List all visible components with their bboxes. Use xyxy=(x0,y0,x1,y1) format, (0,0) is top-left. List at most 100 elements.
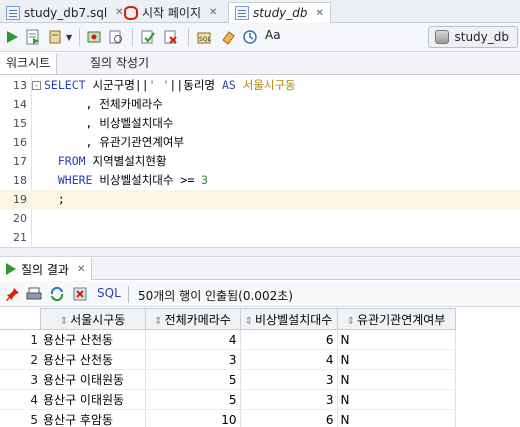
column-header[interactable]: ⇕ 서울시구동 xyxy=(39,308,146,330)
chevron-down-icon[interactable]: ▼ xyxy=(66,33,74,42)
code-text: , 비상벨설치대수 xyxy=(44,114,174,133)
editor-line[interactable]: 16 , 유관기관연계여부 xyxy=(0,133,520,152)
sql-file-icon xyxy=(6,5,20,20)
token-alias: 서울시구동 xyxy=(242,78,296,92)
tab-study-db[interactable]: study_db ✕ xyxy=(228,2,331,23)
editor-tab-bar: study_db7.sql ✕ 시작 페이지 ✕ study_db ✕ xyxy=(0,0,520,23)
editor-line[interactable]: 13- SELECT 시군구명||' '||동리명 AS 서울시구동 xyxy=(0,76,520,95)
cell-linked-flag[interactable]: N xyxy=(337,409,456,427)
column-header[interactable]: ⇕ 전체카메라수 xyxy=(144,308,241,330)
query-result-icon xyxy=(6,263,16,275)
table-row[interactable]: 1 용산구 산천동 4 6 N xyxy=(0,329,456,350)
close-icon[interactable]: ✕ xyxy=(316,8,324,19)
cell-camera-count[interactable]: 4 xyxy=(145,329,241,350)
editor-line[interactable]: 20 xyxy=(0,209,520,228)
sql-tuning-icon[interactable] xyxy=(108,29,124,45)
close-icon[interactable]: ✕ xyxy=(209,7,217,18)
cell-camera-count[interactable]: 3 xyxy=(145,349,241,370)
svg-text:SQL: SQL xyxy=(199,36,212,43)
sql-button[interactable]: SQL xyxy=(97,286,121,300)
cell-bell-count[interactable]: 6 xyxy=(240,329,338,350)
tab-start-page[interactable]: 시작 페이지 ✕ xyxy=(118,2,223,23)
rollback-icon[interactable] xyxy=(163,29,179,45)
results-tab-bar: 질의 결과 ✕ xyxy=(0,258,520,280)
cell-bell-count[interactable]: 3 xyxy=(240,389,338,410)
cell-camera-count[interactable]: 5 xyxy=(145,369,241,390)
column-header[interactable]: ⇕ 유관기관연계여부 xyxy=(336,308,456,330)
tab-study-db7-sql[interactable]: study_db7.sql ✕ xyxy=(0,2,130,23)
commit-icon[interactable] xyxy=(140,29,156,45)
line-number: 16 xyxy=(13,136,27,149)
cell-linked-flag[interactable]: N xyxy=(337,349,456,370)
sort-icon: ⇕ xyxy=(244,315,254,327)
run-statement-icon[interactable] xyxy=(4,29,20,45)
token-kw: FROM xyxy=(57,154,93,168)
editor-line[interactable]: 14 , 전체카메라수 xyxy=(0,95,520,114)
editor-line[interactable]: 21 xyxy=(0,228,520,246)
worksheet-subtabs: 워크시트 질의 작성기 xyxy=(0,53,520,75)
close-icon[interactable]: ✕ xyxy=(77,264,85,275)
pin-icon[interactable] xyxy=(5,286,21,302)
column-header[interactable]: ⇕ 비상벨설치대수 xyxy=(239,308,338,330)
cell-district[interactable]: 용산구 후암동 xyxy=(40,409,146,427)
tab-query-builder[interactable]: 질의 작성기 xyxy=(84,53,155,74)
tab-query-result[interactable]: 질의 결과 ✕ xyxy=(0,258,93,280)
cell-camera-count[interactable]: 5 xyxy=(145,389,241,410)
unshared-sql-icon[interactable]: SQL xyxy=(196,29,212,45)
cell-linked-flag[interactable]: N xyxy=(337,389,456,410)
fold-toggle-icon[interactable]: - xyxy=(32,81,41,90)
results-toolbar: SQL 50개의 행이 인출됨(0.002초) xyxy=(0,281,520,307)
line-number: 15 xyxy=(13,117,27,130)
refresh-icon[interactable] xyxy=(49,286,65,302)
code-text: ; xyxy=(44,190,65,209)
editor-line[interactable]: 18 WHERE 비상벨설치대수 >= 3 xyxy=(0,171,520,190)
results-grid[interactable]: ⇕ 서울시구동 ⇕ 전체카메라수 ⇕ 비상벨설치대수 ⇕ 유관기관연계여부 1 용산구 산… xyxy=(0,308,456,427)
line-number: 13 xyxy=(13,79,27,92)
cell-bell-count[interactable]: 6 xyxy=(240,409,338,427)
tab-label: study_db xyxy=(253,6,308,20)
tab-worksheet[interactable]: 워크시트 xyxy=(0,53,58,74)
cell-linked-flag[interactable]: N xyxy=(337,329,456,350)
line-number: 20 xyxy=(13,212,27,225)
cell-district[interactable]: 용산구 이태원동 xyxy=(40,369,146,390)
token-kw: AS xyxy=(221,78,243,92)
table-row[interactable]: 3 용산구 이태원동 5 3 N xyxy=(0,369,456,390)
print-icon[interactable] xyxy=(26,286,42,302)
token-text: 지역별설치현황 xyxy=(92,154,167,168)
format-case-icon[interactable]: Aa xyxy=(265,28,283,44)
cell-bell-count[interactable]: 3 xyxy=(240,369,338,390)
code-text: WHERE 비상벨설치대수 >= 3 xyxy=(44,171,208,190)
run-script-icon[interactable] xyxy=(25,29,41,45)
line-number: 21 xyxy=(13,231,27,244)
editor-line[interactable]: 17 FROM 지역별설치현황 xyxy=(0,152,520,171)
history-icon[interactable] xyxy=(242,29,258,45)
cell-district[interactable]: 용산구 산천동 xyxy=(40,349,146,370)
sort-icon: ⇕ xyxy=(154,315,163,327)
token-num3: 3 xyxy=(201,173,209,187)
cell-camera-count[interactable]: 10 xyxy=(145,409,241,427)
explain-plan-icon[interactable] xyxy=(48,29,64,45)
cell-linked-flag[interactable]: N xyxy=(337,369,456,390)
cell-bell-count[interactable]: 4 xyxy=(240,349,338,370)
code-text: , 유관기관연계여부 xyxy=(44,133,185,152)
table-row[interactable]: 4 용산구 이태원동 5 3 N xyxy=(0,389,456,410)
cell-district[interactable]: 용산구 산천동 xyxy=(40,329,146,350)
table-row[interactable]: 2 용산구 산천동 3 4 N xyxy=(0,349,456,370)
splitter-handle[interactable] xyxy=(0,247,520,257)
row-number: 2 xyxy=(0,349,40,370)
database-icon xyxy=(435,30,450,44)
oracle-logo-icon xyxy=(124,5,138,20)
autotrace-icon[interactable] xyxy=(86,29,102,45)
table-row[interactable]: 5 용산구 후암동 10 6 N xyxy=(0,409,456,427)
clear-eraser-icon[interactable] xyxy=(220,29,236,45)
connection-label: study_db xyxy=(454,30,509,44)
connection-selector[interactable]: study_db xyxy=(428,26,518,48)
code-text: FROM 지역별설치현황 xyxy=(44,152,167,171)
delete-query-icon[interactable] xyxy=(72,286,88,302)
sql-editor[interactable]: 13- SELECT 시군구명||' '||동리명 AS 서울시구동 14 , 전체… xyxy=(0,76,520,246)
cell-district[interactable]: 용산구 이태원동 xyxy=(40,389,146,410)
editor-line[interactable]: 19 ; xyxy=(0,190,520,209)
editor-line[interactable]: 15 , 비상벨설치대수 xyxy=(0,114,520,133)
toolbar-divider xyxy=(79,28,80,46)
